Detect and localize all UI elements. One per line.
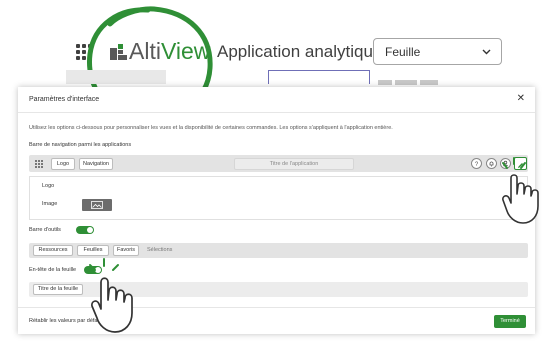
image-icon bbox=[91, 201, 103, 209]
app-header: AltiView Application analytique Feuille bbox=[0, 0, 545, 123]
toolbar-preview: Ressources Feuilles Favoris Sélections bbox=[29, 243, 528, 258]
svg-text:?: ? bbox=[475, 162, 479, 167]
logo-label: Logo bbox=[42, 183, 55, 189]
toolbar-label: Barre d'outils bbox=[29, 227, 61, 233]
grid-icon bbox=[35, 160, 43, 168]
dialog-title: Paramètres d'interface bbox=[29, 96, 100, 103]
navigation-chip[interactable]: Navigation bbox=[79, 158, 113, 170]
dialog-header: Paramètres d'interface ✕ bbox=[18, 87, 535, 113]
image-label: Image bbox=[42, 201, 58, 207]
app-title: Application analytique bbox=[217, 42, 383, 61]
pointing-hand-icon bbox=[89, 258, 133, 333]
bell-icon[interactable] bbox=[486, 158, 497, 169]
sheet-header-label: En-tête de la feuille bbox=[29, 267, 77, 273]
chevron-down-icon bbox=[482, 49, 491, 55]
nav-section-label: Barre de navigation parmi les applicatio… bbox=[29, 142, 132, 148]
pointing-hand-icon bbox=[502, 157, 539, 224]
image-upload-button[interactable] bbox=[82, 199, 112, 211]
background-panel-right bbox=[378, 72, 478, 85]
close-icon[interactable]: ✕ bbox=[517, 94, 525, 104]
toolbar-toggle[interactable] bbox=[76, 226, 94, 234]
sheet-title-chip[interactable]: Titre de la feuille bbox=[33, 284, 83, 295]
background-panel-middle bbox=[268, 70, 370, 84]
help-icon[interactable]: ? bbox=[471, 158, 482, 169]
sheets-chip[interactable]: Feuilles bbox=[77, 245, 109, 256]
app-title-chip[interactable]: Titre de l'application bbox=[234, 158, 354, 170]
sheet-selector-value: Feuille bbox=[385, 45, 421, 59]
navigation-bar-preview: Logo Navigation Titre de l'application ? bbox=[29, 155, 528, 172]
background-panel-left bbox=[66, 70, 166, 84]
favorites-chip[interactable]: Favoris bbox=[113, 245, 139, 256]
selections-label: Sélections bbox=[147, 247, 173, 253]
dialog-description: Utilisez les options ci-dessous pour per… bbox=[29, 125, 393, 131]
logo-settings-panel: Logo Image bbox=[29, 176, 528, 220]
done-button[interactable]: Terminé bbox=[494, 315, 526, 328]
logo-chip[interactable]: Logo bbox=[51, 158, 75, 170]
sheet-selector[interactable]: Feuille bbox=[373, 38, 502, 65]
resources-chip[interactable]: Ressources bbox=[33, 245, 73, 256]
